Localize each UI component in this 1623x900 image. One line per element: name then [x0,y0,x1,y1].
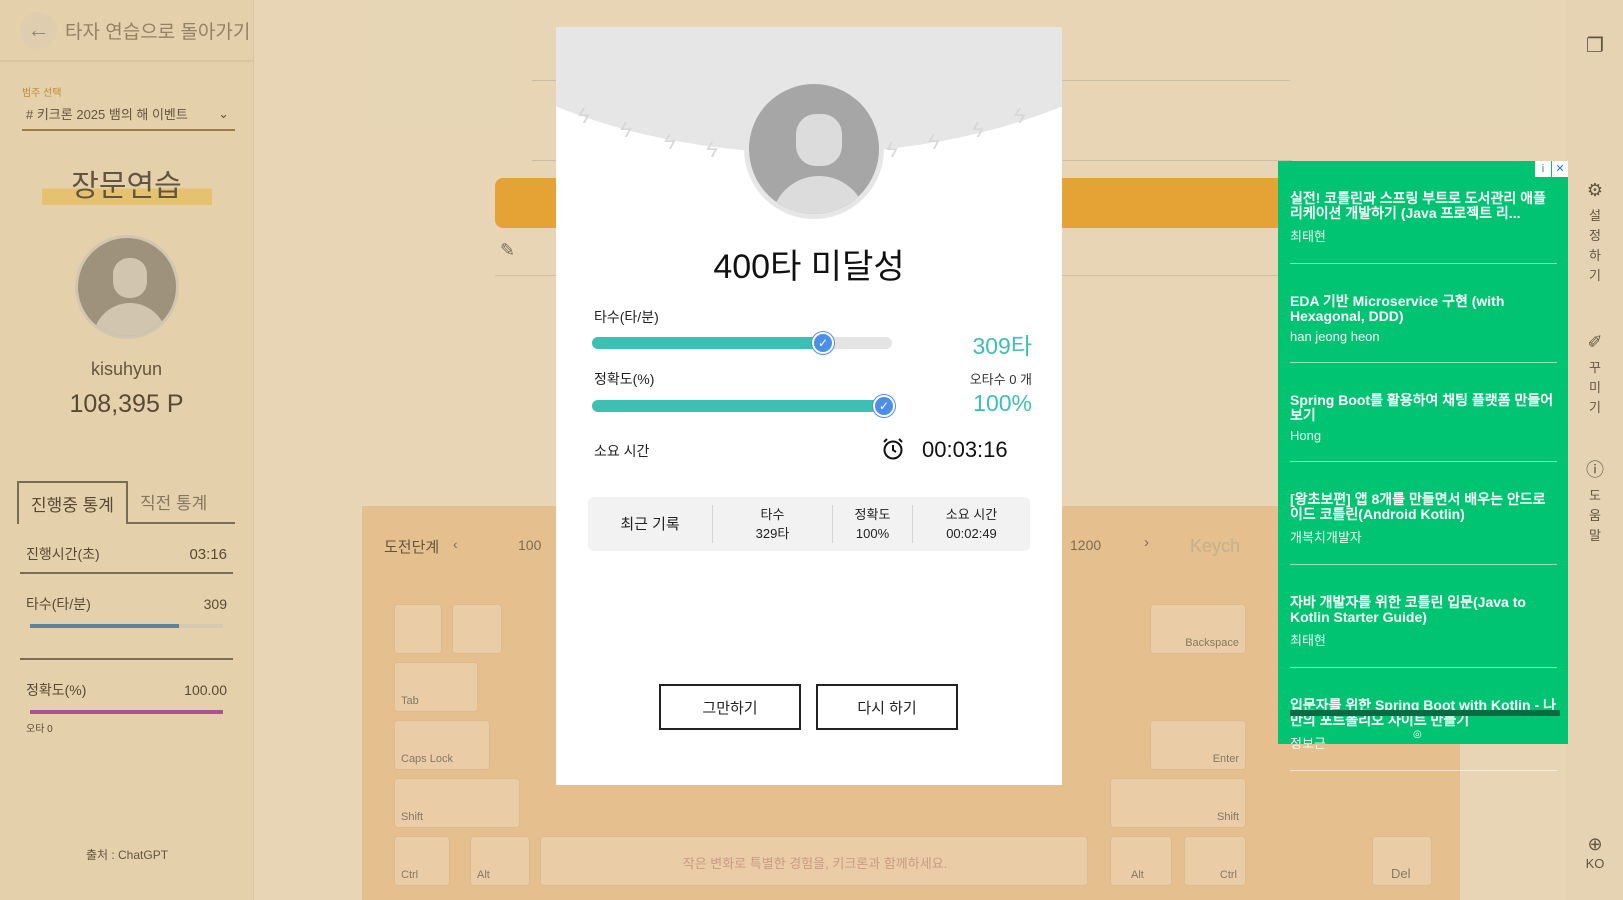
speed-label: 타수(타/분) [594,309,659,325]
ad-item-title[interactable]: 자바 개발자를 위한 코틀린 입문(Java to Kotlin Starter… [1290,595,1557,625]
ad-item[interactable]: Spring Boot를 활용하여 채팅 플랫폼 만들어보기 Hong [1290,363,1557,462]
recent-record: 최근 기록 타수 329타 정확도 100% 소요 시간 00:02:49 [588,497,1030,551]
result-title: 400타 미달성 [713,248,905,286]
ad-item[interactable]: 자바 개발자를 위한 코틀린 입문(Java to Kotlin Starter… [1290,565,1557,668]
ad-item-title[interactable]: Spring Boot를 활용하여 채팅 플랫폼 만들어보기 [1290,393,1557,423]
avatar [744,79,884,219]
accuracy-value: 100% [973,390,1032,416]
ad-footer-bar [1290,710,1560,716]
time-label: 소요 시간 [594,443,650,459]
result-modal: ϟ ϟ ϟ ϟ ϟ ϟ ϟ ϟ 400타 미달성 타수(타/분) ✓ 309타 … [556,27,1062,785]
ad-item-title[interactable]: [왕초보편] 앱 8개를 만들면서 배우는 안드로이드 코틀린(Android … [1290,492,1557,522]
recent-time: 소요 시간 00:02:49 [912,505,1030,543]
recent-accuracy: 정확도 100% [832,505,912,543]
ad-item[interactable]: [왕초보편] 앱 8개를 만들면서 배우는 안드로이드 코틀린(Android … [1290,462,1557,565]
stop-button[interactable]: 그만하기 [659,684,801,730]
ad-item[interactable]: 입문자를 위한 Spring Boot with Kotlin - 나만의 포트… [1290,668,1557,771]
ad-item-author: 개복치개발자 [1290,530,1362,545]
ad-item-author: 최태현 [1290,633,1326,648]
time-value: 00:03:16 [922,437,1008,462]
ad-panel[interactable]: i ✕ 실전! 코틀린과 스프링 부트로 도서관리 애플리케이션 개발하기 (Ja… [1278,161,1568,771]
recent-record-label: 최근 기록 [620,515,680,533]
info-icon: i [1535,161,1551,177]
speed-value: 309타 [972,333,1032,359]
check-icon: ✓ [873,395,895,417]
ad-item-title[interactable]: EDA 기반 Microservice 구현 (with Hexagonal, … [1290,294,1557,324]
ad-item[interactable]: EDA 기반 Microservice 구현 (with Hexagonal, … [1290,264,1557,363]
alarm-clock-icon [883,438,903,460]
close-icon: ✕ [1552,161,1568,177]
ad-info[interactable]: i ✕ [1534,161,1568,177]
check-icon: ✓ [812,332,834,354]
ad-logo-icon: ◎ [1413,729,1422,740]
ad-item[interactable]: 실전! 코틀린과 스프링 부트로 도서관리 애플리케이션 개발하기 (Java … [1290,161,1557,264]
accuracy-label: 정확도(%) [594,371,655,387]
retry-button[interactable]: 다시 하기 [816,684,958,730]
speed-progress: ✓ [592,332,892,354]
ad-item-author: 최태현 [1290,229,1326,244]
ad-item-author: Hong [1290,428,1322,443]
accuracy-progress: ✓ [592,395,895,417]
ad-item-author: 정보근 [1290,736,1326,751]
ad-item-title[interactable]: 실전! 코틀린과 스프링 부트로 도서관리 애플리케이션 개발하기 (Java … [1290,191,1557,221]
ad-item-author: han jeong heon [1290,329,1380,344]
error-count: 오타수 0 개 [969,372,1032,387]
recent-speed: 타수 329타 [712,505,832,543]
